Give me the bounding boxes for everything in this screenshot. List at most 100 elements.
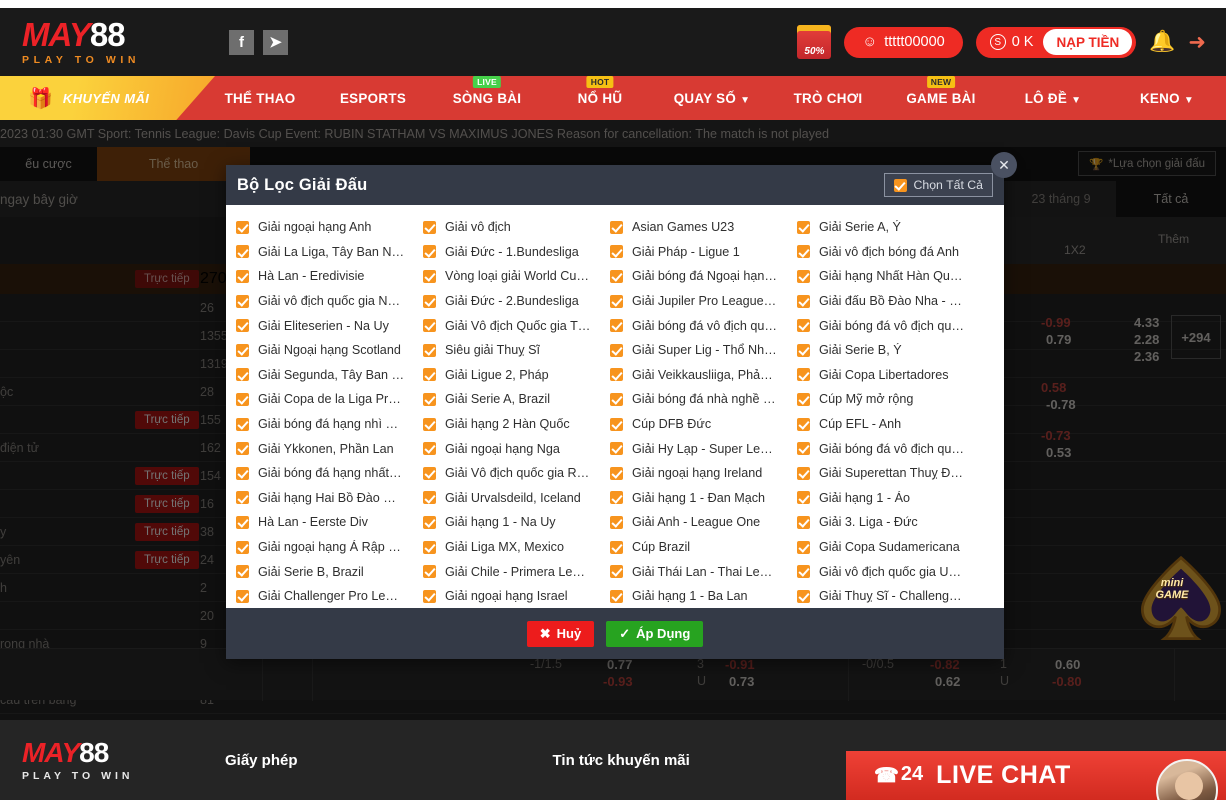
league-option[interactable]: Giải ngoại hạng Ireland — [610, 461, 797, 486]
checkbox-checked-icon[interactable] — [610, 220, 623, 234]
league-option[interactable]: Giải ngoại hạng Anh — [236, 215, 423, 240]
telegram-icon[interactable]: ➤ — [263, 29, 288, 55]
league-option[interactable]: Giải bóng đá vô địch qu… — [797, 313, 984, 338]
checkbox-checked-icon[interactable] — [610, 589, 623, 603]
checkbox-checked-icon[interactable] — [423, 343, 436, 357]
nav-item-8[interactable]: KENO ▼ — [1138, 91, 1196, 106]
nav-item-5[interactable]: TRÒ CHƠI — [792, 91, 865, 106]
checkbox-checked-icon[interactable] — [423, 540, 436, 554]
promo-gift-icon[interactable]: 50% — [797, 25, 832, 59]
league-option[interactable]: Giải Super Lig - Thổ Nh… — [610, 338, 797, 363]
league-option[interactable]: Giải ngoại hạng Á Rập … — [236, 535, 423, 560]
league-option[interactable]: Giải hạng 1 - Áo — [797, 486, 984, 511]
footer-link-license[interactable]: Giấy phép — [225, 752, 298, 769]
checkbox-checked-icon[interactable] — [797, 565, 810, 579]
checkbox-checked-icon[interactable] — [236, 343, 249, 357]
league-option[interactable]: Giải bóng đá vô địch qu… — [797, 436, 984, 461]
deposit-button[interactable]: NẠP TIỀN — [1043, 29, 1133, 55]
close-icon[interactable]: ✕ — [991, 152, 1017, 178]
checkbox-checked-icon[interactable] — [423, 589, 436, 603]
checkbox-checked-icon[interactable] — [610, 343, 623, 357]
league-option[interactable]: Giải hạng 2 Hàn Quốc — [423, 412, 610, 437]
select-all-toggle[interactable]: Chọn Tất Cả — [883, 173, 993, 197]
league-option[interactable]: Giải Serie B, Brazil — [236, 559, 423, 584]
league-option[interactable]: Giải bóng đá vô địch qu… — [610, 313, 797, 338]
league-option[interactable]: Giải Serie B, Ý — [797, 338, 984, 363]
checkbox-checked-icon[interactable] — [236, 417, 249, 431]
league-option[interactable]: Giải bóng đá hạng nhì … — [236, 412, 423, 437]
checkbox-checked-icon[interactable] — [236, 540, 249, 554]
checkbox-checked-icon[interactable] — [797, 269, 810, 283]
league-option[interactable]: Giải Copa Sudamericana — [797, 535, 984, 560]
league-option[interactable]: Siêu giải Thuỵ Sĩ — [423, 338, 610, 363]
nav-item-6[interactable]: NEW GAME BÀI — [904, 75, 977, 106]
league-option[interactable]: Giải Serie A, Brazil — [423, 387, 610, 412]
checkbox-checked-icon[interactable] — [797, 343, 810, 357]
checkbox-checked-icon[interactable] — [236, 442, 249, 456]
league-option[interactable]: Giải hạng 1 - Đan Mạch — [610, 486, 797, 511]
checkbox-checked-icon[interactable] — [236, 491, 249, 505]
league-option[interactable]: Giải bóng đá nhà nghề … — [610, 387, 797, 412]
checkbox-checked-icon[interactable] — [236, 294, 249, 308]
checkbox-checked-icon[interactable] — [797, 368, 810, 382]
checkbox-checked-icon[interactable] — [797, 294, 810, 308]
logout-icon[interactable]: ➜ — [1188, 30, 1206, 55]
checkbox-checked-icon[interactable] — [236, 565, 249, 579]
league-option[interactable]: Giải Vô địch Quốc gia T… — [423, 313, 610, 338]
user-account-button[interactable]: ☺ ttttt00000 — [844, 26, 963, 58]
nav-item-3[interactable]: HOT NỔ HŨ — [576, 75, 625, 106]
league-option[interactable]: Giải Chile - Primera Le… — [423, 559, 610, 584]
checkbox-checked-icon[interactable] — [797, 392, 810, 406]
league-option[interactable]: Giải Pháp - Ligue 1 — [610, 240, 797, 265]
league-option[interactable]: Giải Veikkausliiga, Phả… — [610, 363, 797, 388]
checkbox-checked-icon[interactable] — [236, 269, 249, 283]
site-logo[interactable]: MAY 88 PLAY TO WIN — [22, 18, 174, 66]
checkbox-checked-icon[interactable] — [610, 491, 623, 505]
league-option[interactable]: Giải vô địch bóng đá Anh — [797, 240, 984, 265]
league-option[interactable]: Giải Đức - 2.Bundesliga — [423, 289, 610, 314]
nav-item-2[interactable]: LIVE SÒNG BÀI — [451, 75, 524, 106]
league-option[interactable]: Giải ngoại hạng Israel — [423, 584, 610, 608]
checkbox-checked-icon[interactable] — [610, 515, 623, 529]
checkbox-checked-icon[interactable] — [797, 245, 810, 259]
checkbox-checked-icon[interactable] — [423, 269, 436, 283]
checkbox-checked-icon[interactable] — [610, 540, 623, 554]
facebook-icon[interactable]: f — [229, 29, 254, 55]
checkbox-checked-icon[interactable] — [610, 442, 623, 456]
apply-button[interactable]: ✓ Áp Dụng — [606, 620, 704, 647]
checkbox-checked-icon[interactable] — [423, 565, 436, 579]
league-option[interactable]: Giải Thuỵ Sĩ - Challeng… — [797, 584, 984, 608]
league-option[interactable]: Cúp EFL - Anh — [797, 412, 984, 437]
checkbox-checked-icon[interactable] — [236, 589, 249, 603]
checkbox-checked-icon[interactable] — [236, 515, 249, 529]
league-option[interactable]: Giải Eliteserien - Na Uy — [236, 313, 423, 338]
league-option[interactable]: Giải Ligue 2, Pháp — [423, 363, 610, 388]
league-option[interactable]: Giải vô địch — [423, 215, 610, 240]
select-all-checkbox-icon[interactable] — [893, 178, 907, 192]
league-option[interactable]: Giải Copa de la Liga Pr… — [236, 387, 423, 412]
league-option[interactable]: Giải Serie A, Ý — [797, 215, 984, 240]
balance-widget[interactable]: S 0 K NẠP TIỀN — [975, 26, 1137, 58]
checkbox-checked-icon[interactable] — [423, 294, 436, 308]
cancel-button[interactable]: ✖ Huỷ — [526, 620, 595, 647]
nav-item-0[interactable]: THỂ THAO — [223, 91, 298, 106]
checkbox-checked-icon[interactable] — [610, 565, 623, 579]
league-option[interactable]: Giải vô địch quốc gia U… — [797, 559, 984, 584]
checkbox-checked-icon[interactable] — [797, 442, 810, 456]
bell-icon[interactable]: 🔔 — [1149, 30, 1175, 54]
league-option[interactable]: Giải Challenger Pro Le… — [236, 584, 423, 608]
league-option[interactable]: Giải Hy Lạp - Super Le… — [610, 436, 797, 461]
league-option[interactable]: Vòng loại giải World Cu… — [423, 264, 610, 289]
league-option[interactable]: Giải hạng 1 - Na Uy — [423, 510, 610, 535]
checkbox-checked-icon[interactable] — [236, 319, 249, 333]
league-option[interactable]: Giải La Liga, Tây Ban N… — [236, 240, 423, 265]
checkbox-checked-icon[interactable] — [423, 417, 436, 431]
checkbox-checked-icon[interactable] — [797, 417, 810, 431]
league-option[interactable]: Giải bóng đá hạng nhất… — [236, 461, 423, 486]
checkbox-checked-icon[interactable] — [797, 319, 810, 333]
checkbox-checked-icon[interactable] — [423, 368, 436, 382]
checkbox-checked-icon[interactable] — [610, 269, 623, 283]
league-option[interactable]: Giải 3. Liga - Đức — [797, 510, 984, 535]
league-option[interactable]: Giải Segunda, Tây Ban … — [236, 363, 423, 388]
checkbox-checked-icon[interactable] — [610, 245, 623, 259]
